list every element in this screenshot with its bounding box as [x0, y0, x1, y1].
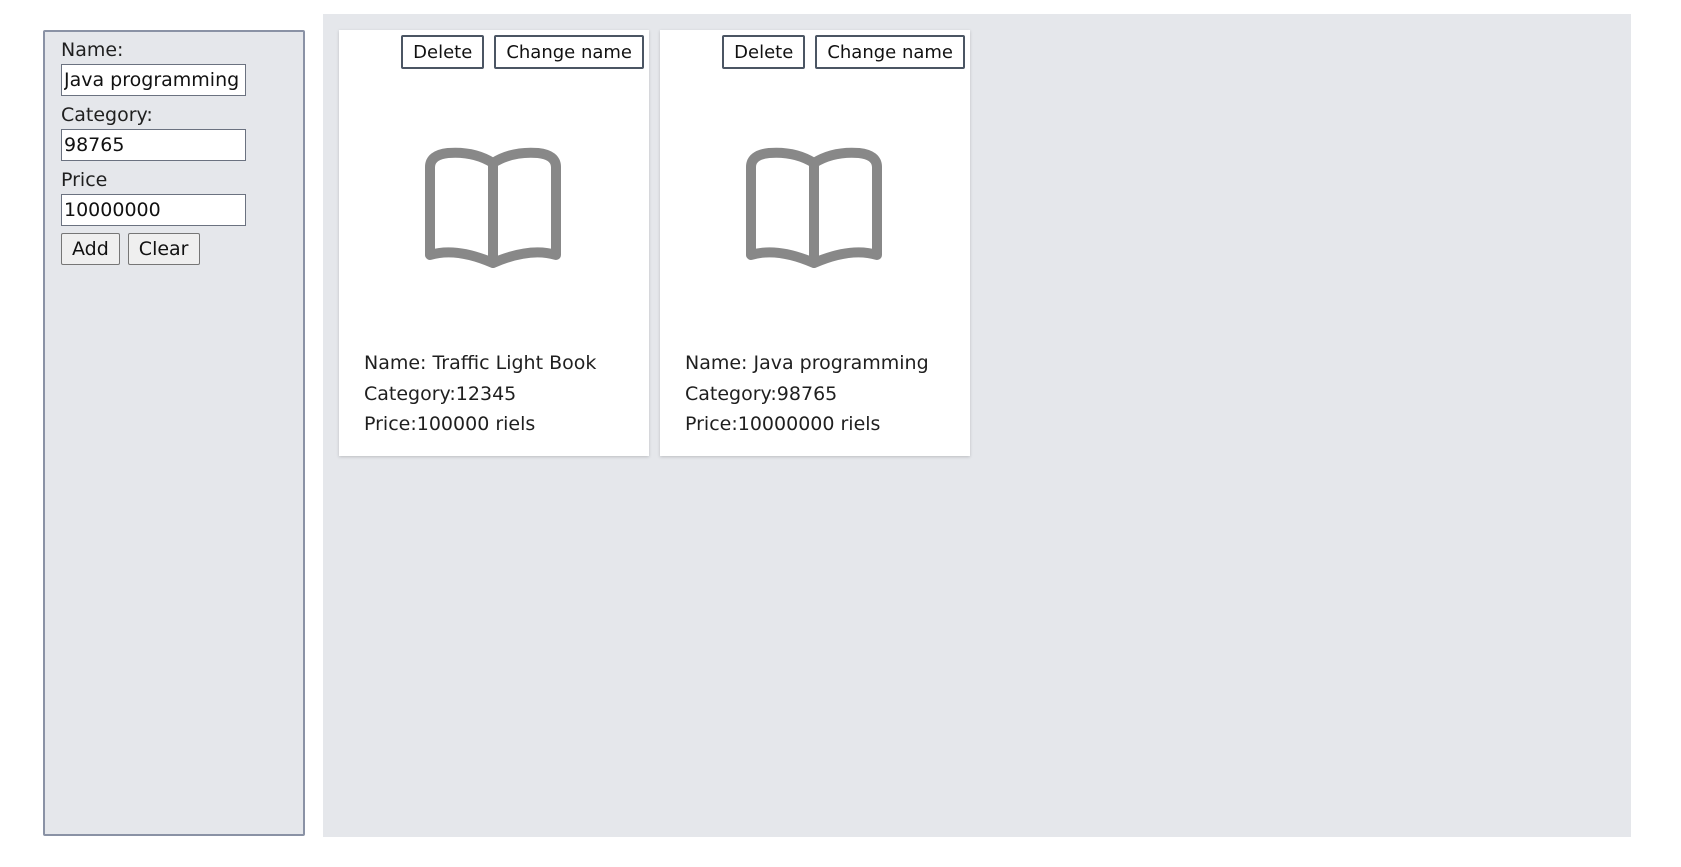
book-category-text: Category:98765	[685, 382, 838, 405]
change-name-button[interactable]: Change name	[815, 35, 965, 69]
book-list-area: Delete Change name Name: Traffic Light B…	[323, 14, 1631, 837]
card-info: Name: Java programming Category:98765 Pr…	[685, 348, 929, 440]
book-category-text: Category:12345	[364, 382, 517, 405]
card-info: Name: Traffic Light Book Category:12345 …	[364, 348, 596, 440]
delete-button[interactable]: Delete	[722, 35, 806, 69]
card-actions: Delete Change name	[401, 35, 644, 69]
change-name-button[interactable]: Change name	[494, 35, 644, 69]
card-actions: Delete Change name	[722, 35, 965, 69]
add-button[interactable]: Add	[61, 233, 120, 265]
book-price-text: Price:100000 riels	[364, 413, 536, 435]
category-input[interactable]	[61, 129, 246, 161]
form-buttons: Add Clear	[61, 233, 287, 265]
name-label: Name:	[61, 39, 124, 61]
name-input[interactable]	[61, 64, 246, 96]
book-name-text: Name: Java programming	[685, 352, 929, 374]
category-label: Category:	[61, 104, 153, 126]
book-name-text: Name: Traffic Light Book	[364, 352, 597, 374]
price-input[interactable]	[61, 194, 246, 226]
book-card: Delete Change name Name: Traffic Light B…	[339, 30, 649, 456]
book-card: Delete Change name Name: Java programmin…	[660, 30, 970, 456]
clear-button[interactable]: Clear	[127, 233, 200, 265]
book-price-text: Price:10000000 riels	[685, 413, 881, 435]
delete-button[interactable]: Delete	[401, 35, 485, 69]
price-label: Price	[61, 169, 108, 191]
open-book-icon	[425, 147, 561, 268]
book-form-panel: Name: Category: Price Add Clear	[43, 30, 305, 836]
open-book-icon	[746, 147, 882, 268]
